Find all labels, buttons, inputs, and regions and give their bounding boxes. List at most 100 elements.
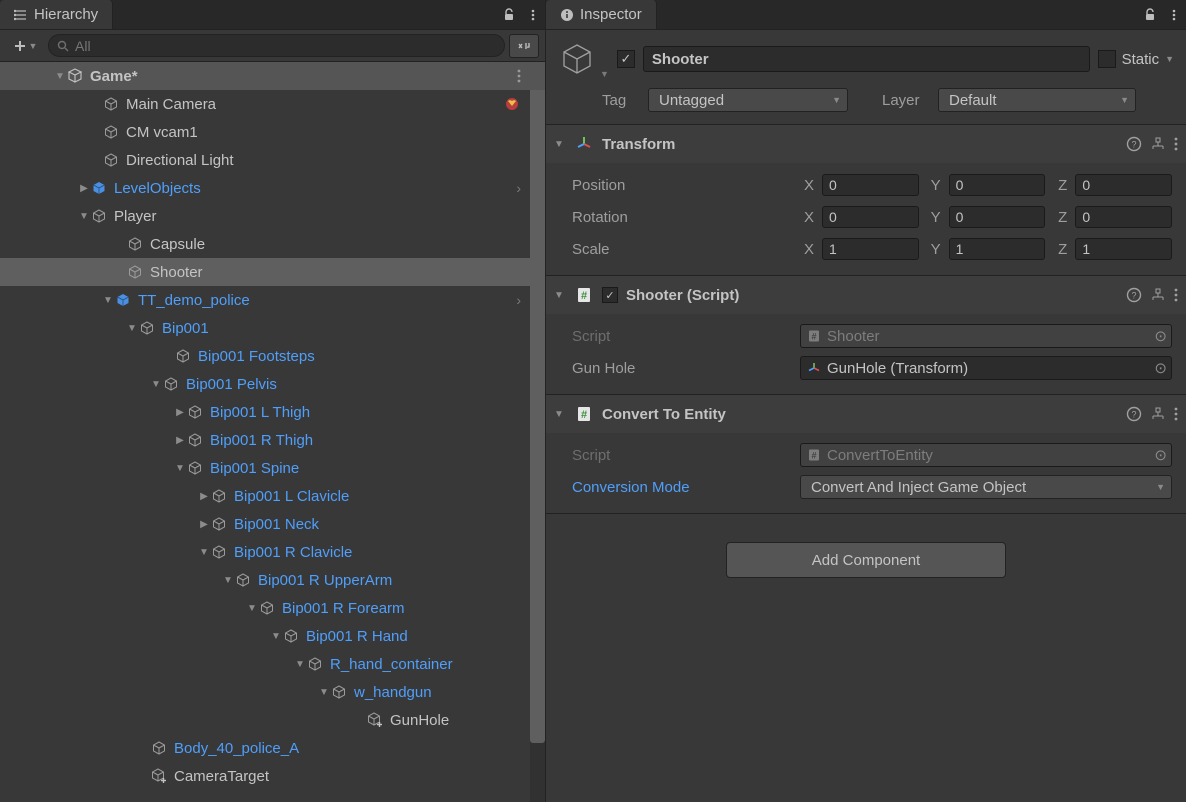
prefab-open-icon[interactable]: › xyxy=(516,180,521,196)
tree-row-bip001-r-hand[interactable]: ▼ Bip001 R Hand xyxy=(0,622,545,650)
help-icon[interactable]: ? xyxy=(1126,136,1142,152)
scene-menu-icon[interactable] xyxy=(517,69,521,83)
search-input[interactable] xyxy=(75,38,496,54)
expand-arrow-icon[interactable]: ▼ xyxy=(270,631,282,642)
preset-icon[interactable] xyxy=(1150,136,1166,152)
preset-icon[interactable] xyxy=(1150,287,1166,303)
position-y-input[interactable] xyxy=(949,174,1046,196)
expand-arrow-icon[interactable]: ▼ xyxy=(102,295,114,306)
hierarchy-tree[interactable]: ▼ Game* Main Camera CM vcam1 Directional… xyxy=(0,62,545,802)
panel-menu-icon[interactable] xyxy=(521,3,545,27)
expand-arrow-icon[interactable]: ▶ xyxy=(198,491,210,502)
tree-row-bip001[interactable]: ▼ Bip001 xyxy=(0,314,545,342)
axis-x: X xyxy=(800,209,814,226)
tree-row-bip001-r-forearm[interactable]: ▼ Bip001 R Forearm xyxy=(0,594,545,622)
rotation-x-input[interactable] xyxy=(822,206,919,228)
expand-arrow-icon[interactable]: ▼ xyxy=(174,463,186,474)
gunhole-field[interactable]: GunHole (Transform) ⊙ xyxy=(800,356,1172,380)
tree-row-main-camera[interactable]: Main Camera xyxy=(0,90,545,118)
position-x-input[interactable] xyxy=(822,174,919,196)
rotation-y-input[interactable] xyxy=(949,206,1046,228)
expand-arrow-icon[interactable]: ▶ xyxy=(78,183,90,194)
add-component-button[interactable]: Add Component xyxy=(726,542,1006,578)
fold-arrow-icon[interactable]: ▼ xyxy=(554,409,566,420)
tree-row-player[interactable]: ▼ Player xyxy=(0,202,545,230)
layer-dropdown[interactable]: Default ▼ xyxy=(938,88,1136,112)
hierarchy-search-mode-button[interactable] xyxy=(509,34,539,58)
preset-icon[interactable] xyxy=(1150,406,1166,422)
static-toggle[interactable]: Static ▼ xyxy=(1098,50,1174,68)
tree-row-capsule[interactable]: Capsule xyxy=(0,230,545,258)
tree-row-cm-vcam1[interactable]: CM vcam1 xyxy=(0,118,545,146)
prefab-open-icon[interactable]: › xyxy=(516,292,521,308)
component-menu-icon[interactable] xyxy=(1174,288,1178,302)
expand-arrow-icon[interactable]: ▼ xyxy=(294,659,306,670)
conversion-mode-label[interactable]: Conversion Mode xyxy=(572,479,792,496)
expand-arrow-icon[interactable]: ▶ xyxy=(174,407,186,418)
tree-row-bip001-neck[interactable]: ▶ Bip001 Neck xyxy=(0,510,545,538)
object-picker-icon[interactable]: ⊙ xyxy=(1154,327,1167,345)
help-icon[interactable]: ? xyxy=(1126,406,1142,422)
tree-row-level-objects[interactable]: ▶ LevelObjects › xyxy=(0,174,545,202)
rotation-z-input[interactable] xyxy=(1075,206,1172,228)
tree-row-bip001-pelvis[interactable]: ▼ Bip001 Pelvis xyxy=(0,370,545,398)
expand-arrow-icon[interactable]: ▼ xyxy=(222,575,234,586)
scale-y-input[interactable] xyxy=(949,238,1046,260)
gameobject-big-icon[interactable] xyxy=(556,38,598,80)
create-button[interactable]: ▼ xyxy=(6,34,44,58)
expand-arrow-icon[interactable]: ▼ xyxy=(246,603,258,614)
fold-arrow-icon[interactable]: ▼ xyxy=(554,139,566,150)
object-picker-icon[interactable]: ⊙ xyxy=(1154,359,1167,377)
expand-arrow-icon[interactable]: ▶ xyxy=(198,519,210,530)
tree-row-tt-demo-police[interactable]: ▼ TT_demo_police › xyxy=(0,286,545,314)
tree-row-gunhole[interactable]: GunHole xyxy=(0,706,545,734)
gameobject-name-input[interactable] xyxy=(643,46,1090,72)
fold-arrow-icon[interactable]: ▼ xyxy=(554,290,566,301)
static-checkbox[interactable] xyxy=(1098,50,1116,68)
expand-arrow-icon[interactable]: ▼ xyxy=(150,379,162,390)
object-picker-icon[interactable]: ⊙ xyxy=(1154,446,1167,464)
hierarchy-tab[interactable]: Hierarchy xyxy=(0,0,113,29)
tree-row-bip001-l-clavicle[interactable]: ▶ Bip001 L Clavicle xyxy=(0,482,545,510)
tree-row-bip001-r-thigh[interactable]: ▶ Bip001 R Thigh xyxy=(0,426,545,454)
panel-lock-icon[interactable] xyxy=(497,3,521,27)
component-header[interactable]: ▼ # Convert To Entity ? xyxy=(546,395,1186,433)
expand-arrow-icon[interactable]: ▼ xyxy=(126,323,138,334)
active-checkbox[interactable]: ✓ xyxy=(617,50,635,68)
tree-row-r-hand-container[interactable]: ▼ R_hand_container xyxy=(0,650,545,678)
tree-row-body-40-police-a[interactable]: Body_40_police_A xyxy=(0,734,545,762)
expand-arrow-icon[interactable]: ▼ xyxy=(318,687,330,698)
component-menu-icon[interactable] xyxy=(1174,137,1178,151)
tree-row-bip001-footsteps[interactable]: Bip001 Footsteps xyxy=(0,342,545,370)
help-icon[interactable]: ? xyxy=(1126,287,1142,303)
scale-x-input[interactable] xyxy=(822,238,919,260)
tree-row-camera-target[interactable]: CameraTarget xyxy=(0,762,545,790)
chevron-down-icon[interactable]: ▼ xyxy=(1165,54,1174,64)
component-header[interactable]: ▼ Transform ? xyxy=(546,125,1186,163)
tree-row-bip001-l-thigh[interactable]: ▶ Bip001 L Thigh xyxy=(0,398,545,426)
expand-arrow-icon[interactable]: ▶ xyxy=(174,435,186,446)
scene-row[interactable]: ▼ Game* xyxy=(0,62,545,90)
inspector-tab[interactable]: Inspector xyxy=(546,0,657,29)
expand-arrow-icon[interactable]: ▼ xyxy=(54,71,66,82)
conversion-mode-dropdown[interactable]: Convert And Inject Game Object ▼ xyxy=(800,475,1172,499)
component-header[interactable]: ▼ # ✓ Shooter (Script) ? xyxy=(546,276,1186,314)
panel-lock-icon[interactable] xyxy=(1138,3,1162,27)
component-menu-icon[interactable] xyxy=(1174,407,1178,421)
component-enable-checkbox[interactable]: ✓ xyxy=(602,287,618,303)
tree-row-w-handgun[interactable]: ▼ w_handgun xyxy=(0,678,545,706)
tree-row-bip001-r-upperarm[interactable]: ▼ Bip001 R UpperArm xyxy=(0,566,545,594)
tag-dropdown[interactable]: Untagged ▼ xyxy=(648,88,848,112)
tree-row-directional-light[interactable]: Directional Light xyxy=(0,146,545,174)
scale-z-input[interactable] xyxy=(1075,238,1172,260)
tree-row-bip001-spine[interactable]: ▼ Bip001 Spine xyxy=(0,454,545,482)
tree-row-shooter[interactable]: Shooter xyxy=(0,258,545,286)
icon-dropdown-arrow[interactable]: ▼ xyxy=(600,69,609,79)
expand-arrow-icon[interactable]: ▼ xyxy=(198,547,210,558)
hierarchy-search[interactable] xyxy=(48,34,505,57)
position-z-input[interactable] xyxy=(1075,174,1172,196)
expand-arrow-icon[interactable]: ▼ xyxy=(78,211,90,222)
tree-row-bip001-r-clavicle[interactable]: ▼ Bip001 R Clavicle xyxy=(0,538,545,566)
panel-menu-icon[interactable] xyxy=(1162,3,1186,27)
gameobject-icon xyxy=(126,235,144,253)
